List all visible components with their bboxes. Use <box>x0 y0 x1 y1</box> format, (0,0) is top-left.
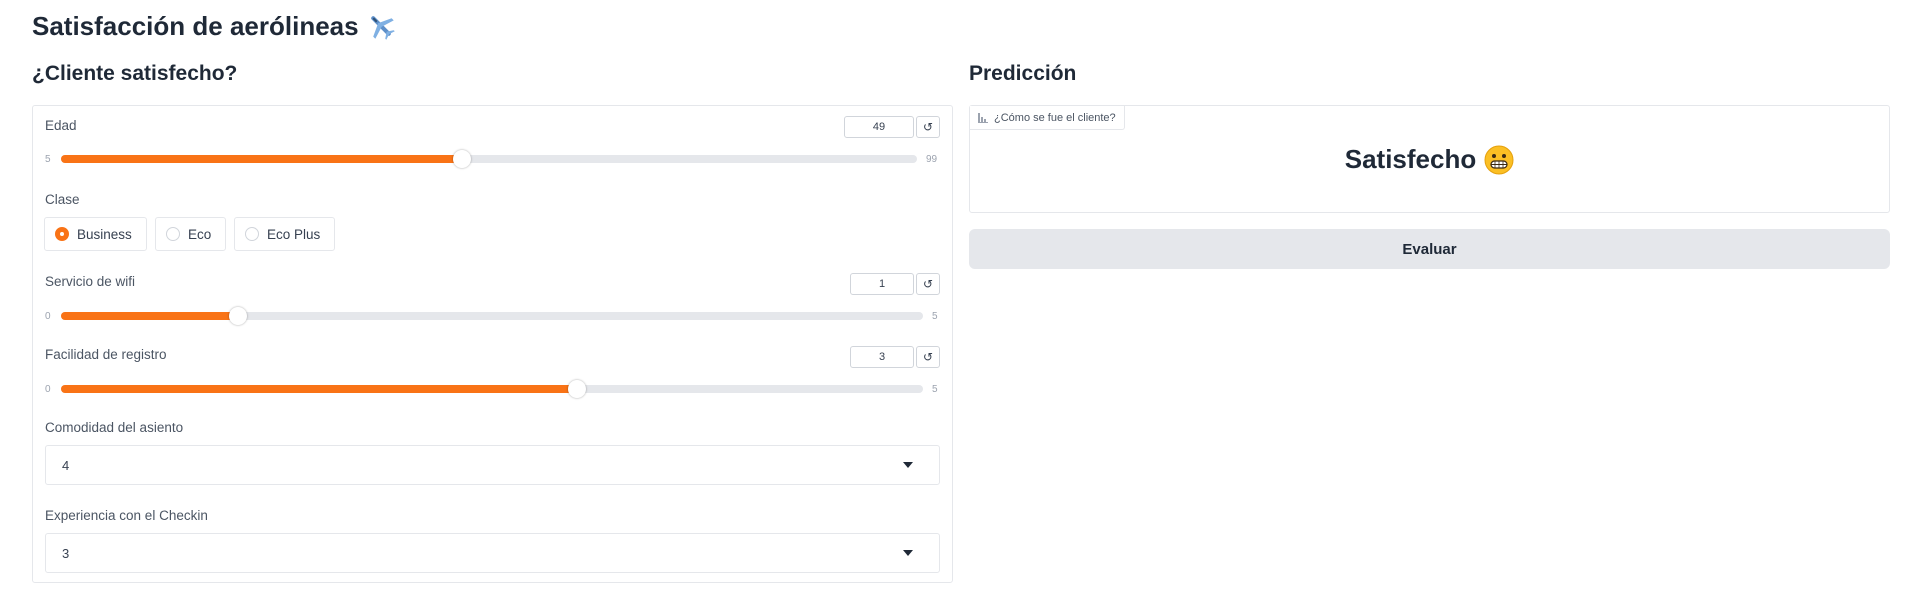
registro-label: Facilidad de registro <box>45 347 167 362</box>
registro-number-input[interactable]: 3 <box>850 346 914 368</box>
prediction-output-panel: ¿Cómo se fue el cliente? Satisfecho <box>969 105 1890 213</box>
wifi-slider[interactable] <box>61 307 923 325</box>
wifi-label: Servicio de wifi <box>45 274 136 289</box>
clase-option-label: Business <box>77 226 132 242</box>
registro-slider-fill <box>61 385 578 393</box>
output-label-text: ¿Cómo se fue el cliente? <box>994 111 1116 124</box>
label-icon <box>978 112 988 123</box>
edad-label: Edad <box>45 118 77 133</box>
asiento-selected-value: 4 <box>62 457 70 473</box>
edad-max-label: 99 <box>926 154 938 165</box>
grinning-face-icon <box>1484 145 1514 174</box>
clase-option-label: Eco Plus <box>267 226 321 242</box>
registro-reset-button[interactable]: ↺ <box>916 346 940 368</box>
asiento-dropdown[interactable]: 4 <box>45 445 940 485</box>
registro-slider-handle[interactable] <box>568 380 587 398</box>
airplane-icon <box>370 16 395 40</box>
edad-slider-handle[interactable] <box>452 150 471 168</box>
prediction-result: Satisfecho <box>970 144 1889 175</box>
clase-option-business[interactable]: Business <box>44 217 147 251</box>
radio-unchecked-icon <box>245 227 259 241</box>
prediction-section-title: Predicción <box>969 62 1077 85</box>
wifi-slider-handle[interactable] <box>228 307 247 325</box>
edad-min-label: 5 <box>45 154 51 165</box>
clase-option-eco[interactable]: Eco <box>155 217 226 251</box>
wifi-slider-fill <box>61 312 238 320</box>
checkin-dropdown[interactable]: 3 <box>45 533 940 573</box>
chevron-down-icon <box>903 462 913 468</box>
evaluate-button[interactable]: Evaluar <box>969 229 1890 269</box>
inputs-section-title: ¿Cliente satisfecho? <box>32 62 238 85</box>
app-title: Satisfacción de aerólineas <box>32 10 397 42</box>
registro-min-label: 0 <box>45 384 51 395</box>
checkin-selected-value: 3 <box>62 545 70 561</box>
output-label-chip: ¿Cómo se fue el cliente? <box>970 106 1125 130</box>
registro-max-label: 5 <box>932 384 938 395</box>
chevron-down-icon <box>903 550 913 556</box>
edad-slider[interactable] <box>61 150 917 168</box>
registro-slider[interactable] <box>61 380 923 398</box>
inputs-panel: Edad 49 ↺ 5 99 Clase Business Eco Eco Pl… <box>32 105 953 583</box>
edad-number-input[interactable]: 49 <box>844 116 914 138</box>
wifi-min-label: 0 <box>45 311 51 322</box>
wifi-reset-button[interactable]: ↺ <box>916 273 940 295</box>
clase-label: Clase <box>45 192 80 207</box>
radio-unchecked-icon <box>166 227 180 241</box>
clase-option-eco-plus[interactable]: Eco Plus <box>234 217 335 251</box>
asiento-label: Comodidad del asiento <box>45 420 184 435</box>
checkin-label: Experiencia con el Checkin <box>45 508 208 523</box>
edad-slider-fill <box>61 155 462 163</box>
clase-option-label: Eco <box>188 226 212 242</box>
prediction-result-text: Satisfecho <box>1344 144 1477 174</box>
edad-reset-button[interactable]: ↺ <box>916 116 940 138</box>
app-title-text: Satisfacción de aerólineas <box>32 10 359 41</box>
wifi-max-label: 5 <box>932 311 938 322</box>
radio-checked-icon <box>55 227 69 241</box>
wifi-number-input[interactable]: 1 <box>850 273 914 295</box>
